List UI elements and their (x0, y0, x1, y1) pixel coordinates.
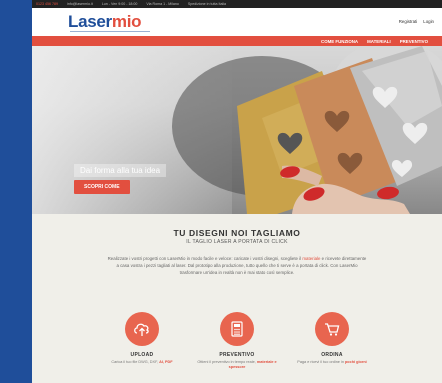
nav-come-funziona[interactable]: COME FUNZIONA (321, 39, 358, 44)
nav-materiali[interactable]: MATERIALI (367, 39, 391, 44)
ordina-desc-bold: pochi giorni (344, 360, 367, 364)
intro-text-1: Realizzate i vostri progetti con LaserMi… (107, 256, 303, 261)
login-link[interactable]: Login (423, 19, 434, 24)
upload-desc: Carica il tuo file DWG, DXF, AI, PDF (102, 360, 182, 365)
cloud-upload-icon (134, 323, 149, 336)
shopping-cart-icon (325, 323, 340, 336)
topbar-hours: Lun - Ven 9:00 - 18:00 (101, 2, 138, 6)
topbar-phone[interactable]: 0123 456 789 (36, 0, 58, 8)
preventivo-circle[interactable] (220, 312, 254, 346)
logo-text-laser: Laser (68, 12, 112, 31)
upload-desc-bold: AI, PDF (159, 360, 173, 364)
intro-paragraph: Realizzate i vostri progetti con LaserMi… (106, 255, 368, 276)
site-header: Lasermio Registrati Login (32, 8, 442, 36)
hero-cta-button[interactable]: SCOPRI COME (74, 180, 130, 194)
preventivo-desc-text: Ottieni il preventivo in tempo reale, (197, 360, 257, 364)
account-links: Registrati Login (399, 19, 434, 24)
ordina-desc: Paga e ricevi il tuo ordine in pochi gio… (292, 360, 372, 365)
website-page: 0123 456 789 info@lasermio.it Lun - Ven … (32, 0, 442, 383)
intro-highlight-link[interactable]: materiale (302, 256, 320, 261)
nav-preventivo[interactable]: PREVENTIVO (400, 39, 428, 44)
main-content: TU DISEGNI NOI TAGLIAMO IL TAGLIO LASER … (32, 214, 442, 383)
calculator-icon (231, 321, 243, 337)
register-link[interactable]: Registrati (399, 19, 418, 24)
preventivo-desc: Ottieni il preventivo in tempo reale, ma… (197, 360, 277, 370)
preventivo-title: PREVENTIVO (219, 352, 255, 358)
topbar-shipping: Spedizione in tutta Italia (187, 2, 227, 6)
site-logo[interactable]: Lasermio (68, 12, 142, 32)
top-info-bar: 0123 456 789 info@lasermio.it Lun - Ven … (32, 0, 442, 8)
section-title: TU DISEGNI NOI TAGLIAMO (173, 228, 301, 238)
feature-preventivo: PREVENTIVO Ottieni il preventivo in temp… (197, 312, 277, 370)
ordina-circle[interactable] (315, 312, 349, 346)
ordina-title: ORDINA (321, 352, 343, 358)
main-nav: COME FUNZIONA MATERIALI PREVENTIVO (32, 36, 442, 46)
logo-text-mio: mio (111, 12, 142, 31)
topbar-email[interactable]: info@lasermio.it (67, 0, 93, 8)
upload-title: UPLOAD (130, 352, 154, 358)
feature-ordina: ORDINA Paga e ricevi il tuo ordine in po… (292, 312, 372, 365)
feature-upload: UPLOAD Carica il tuo file DWG, DXF, AI, … (102, 312, 182, 365)
topbar-address: Via Roma 1 - Milano (146, 2, 179, 6)
ordina-desc-text: Paga e ricevi il tuo ordine in (297, 360, 345, 364)
upload-desc-text: Carica il tuo file DWG, DXF, (111, 360, 160, 364)
hero-banner: Dai forma alla tua idea SCOPRI COME (32, 46, 442, 214)
logo-underline (70, 31, 150, 32)
section-subtitle: IL TAGLIO LASER A PORTATA DI CLICK (186, 239, 288, 245)
left-frame (0, 0, 32, 383)
hero-caption: Dai forma alla tua idea (74, 164, 167, 177)
upload-circle[interactable] (125, 312, 159, 346)
